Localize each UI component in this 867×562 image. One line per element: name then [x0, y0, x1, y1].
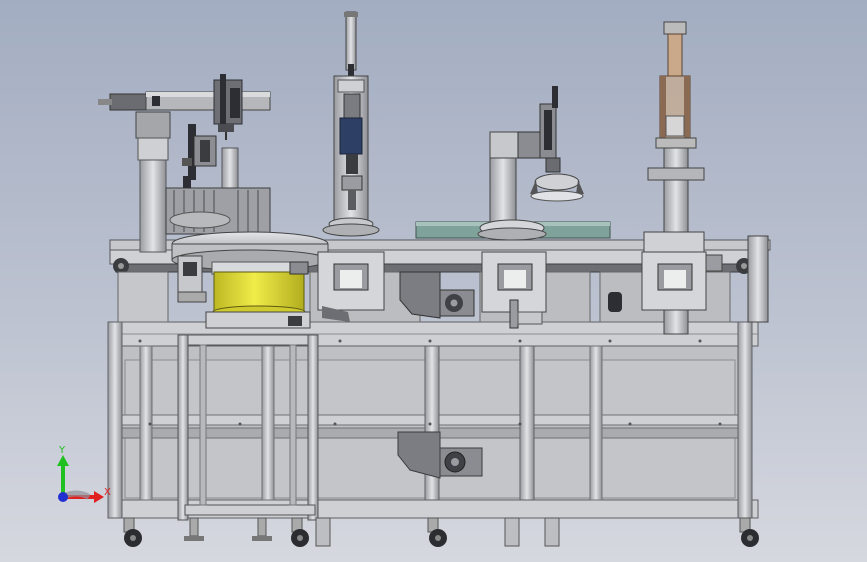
- vibratory-feeder: [171, 231, 329, 329]
- x-axis-label: X: [104, 487, 111, 498]
- y-axis-label: Y: [58, 445, 66, 456]
- pressing-cylinder-1: [317, 11, 385, 322]
- machine-model[interactable]: Y X: [0, 0, 867, 562]
- casters: [123, 517, 759, 547]
- right-frame-post: [747, 235, 769, 323]
- linear-gantry: [98, 74, 271, 253]
- cad-viewport[interactable]: Y X: [0, 0, 867, 562]
- pressing-cylinder-2: [641, 21, 707, 335]
- coordinate-triad-icon: Y X: [57, 445, 111, 503]
